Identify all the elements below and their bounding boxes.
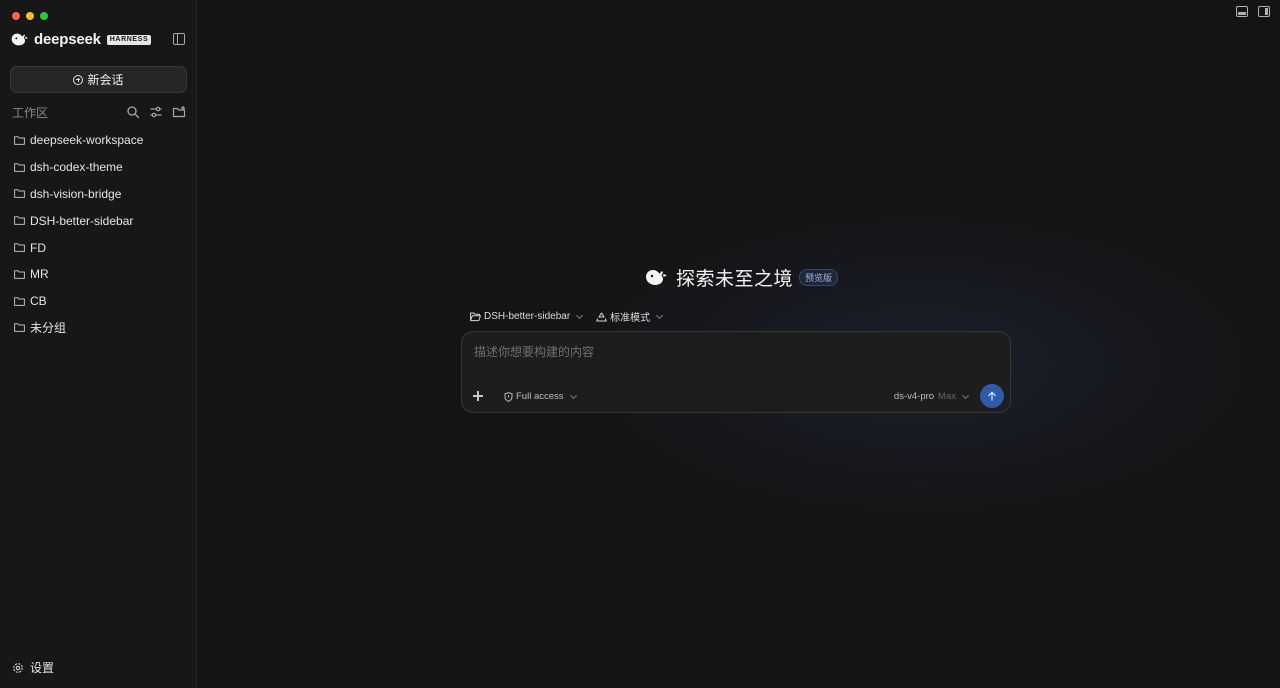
- main-area: 探索未至之境 预览版 DSH-better-sidebar 标准模式 描述你想要…: [197, 0, 1280, 688]
- window-controls: [12, 12, 48, 20]
- hero-heading: 探索未至之境 预览版: [644, 264, 839, 291]
- folder-name: dsh-vision-bridge: [30, 186, 122, 201]
- folder-name: DSH-better-sidebar: [30, 213, 134, 228]
- zoom-window-button[interactable]: [40, 12, 48, 20]
- panel-toggles: [1236, 6, 1270, 17]
- chevron-down-icon: [569, 391, 577, 399]
- folder-item[interactable]: FD: [0, 234, 197, 261]
- folder-item[interactable]: dsh-vision-bridge: [0, 181, 197, 208]
- workspace-folder-list: deepseek-workspace dsh-codex-theme dsh-v…: [0, 127, 197, 341]
- hero-title: 探索未至之境: [676, 269, 794, 290]
- folder-name: 未分组: [30, 321, 67, 336]
- new-chat-label: 新会话: [87, 73, 124, 87]
- folder-item[interactable]: deepseek-workspace: [0, 127, 197, 154]
- model-name: ds-v4-pro: [893, 391, 935, 402]
- folder-name: MR: [30, 267, 49, 282]
- folder-item[interactable]: 未分组: [0, 315, 197, 342]
- settings-label: 设置: [30, 661, 55, 675]
- preview-badge: 预览版: [799, 269, 839, 286]
- plus-circle-icon: [73, 74, 84, 85]
- arrow-up-icon: [988, 391, 996, 401]
- folder-name: deepseek-workspace: [30, 133, 144, 148]
- folder-open-icon: [470, 312, 481, 321]
- chevron-down-icon: [656, 311, 664, 319]
- model-selector[interactable]: ds-v4-pro Max: [893, 391, 970, 402]
- brand-tag: HARNESS: [106, 34, 152, 45]
- filter-icon[interactable]: [149, 105, 163, 119]
- folder-name: dsh-codex-theme: [30, 160, 123, 175]
- folder-icon: [14, 270, 25, 279]
- recycle-icon: [596, 312, 607, 321]
- workspace-title: 工作区: [12, 105, 49, 120]
- chevron-down-icon: [961, 391, 970, 399]
- right-panel-toggle-icon[interactable]: [1258, 6, 1270, 17]
- chevron-down-icon: [576, 311, 584, 319]
- reasoning-effort: Max: [938, 391, 956, 402]
- brand-name: deepseek: [34, 31, 101, 48]
- folder-icon: [14, 296, 25, 306]
- workspace-header: 工作区: [12, 104, 186, 120]
- search-icon[interactable]: [126, 105, 140, 119]
- send-button[interactable]: [980, 384, 1004, 408]
- app-window: deepseek HARNESS 新会话 工作区 deepseek-worksp…: [0, 0, 1280, 688]
- prompt-input[interactable]: [474, 343, 998, 361]
- workspace-tools: [126, 105, 186, 119]
- folder-item[interactable]: DSH-better-sidebar: [0, 207, 197, 234]
- mode-selector-label: 标准模式: [610, 313, 651, 324]
- access-level-label: Full access: [516, 391, 564, 402]
- folder-icon: [14, 216, 25, 226]
- access-level-selector[interactable]: Full access: [504, 391, 577, 402]
- folder-item[interactable]: CB: [0, 288, 197, 315]
- folder-icon: [14, 243, 25, 252]
- folder-item[interactable]: dsh-codex-theme: [0, 154, 197, 181]
- folder-icon: [14, 189, 25, 199]
- folder-icon: [14, 323, 25, 333]
- folder-name: CB: [30, 294, 47, 309]
- add-attachment-button[interactable]: [472, 390, 484, 402]
- composer: Full access ds-v4-pro Max: [461, 331, 1011, 413]
- settings-button[interactable]: 设置: [12, 659, 54, 676]
- composer-selectors: DSH-better-sidebar 标准模式: [470, 309, 664, 324]
- folder-name: FD: [30, 240, 46, 255]
- project-selector[interactable]: DSH-better-sidebar: [470, 311, 584, 322]
- folder-item[interactable]: MR: [0, 261, 197, 288]
- project-selector-label: DSH-better-sidebar: [484, 311, 571, 322]
- deepseek-whale-icon: [11, 33, 28, 46]
- sidebar: deepseek HARNESS 新会话 工作区 deepseek-worksp…: [0, 0, 197, 688]
- minimize-window-button[interactable]: [26, 12, 34, 20]
- shield-icon: [504, 391, 513, 402]
- new-chat-button[interactable]: 新会话: [10, 66, 187, 93]
- mode-selector[interactable]: 标准模式: [596, 309, 664, 324]
- bottom-panel-toggle-icon[interactable]: [1236, 6, 1248, 17]
- folder-icon: [14, 162, 25, 172]
- deepseek-whale-icon: [646, 270, 667, 285]
- sidebar-toggle-icon[interactable]: [173, 33, 185, 45]
- gear-icon: [13, 662, 23, 673]
- new-folder-icon[interactable]: [172, 105, 186, 119]
- close-window-button[interactable]: [12, 12, 20, 20]
- brand: deepseek HARNESS: [10, 31, 152, 48]
- folder-icon: [14, 136, 25, 145]
